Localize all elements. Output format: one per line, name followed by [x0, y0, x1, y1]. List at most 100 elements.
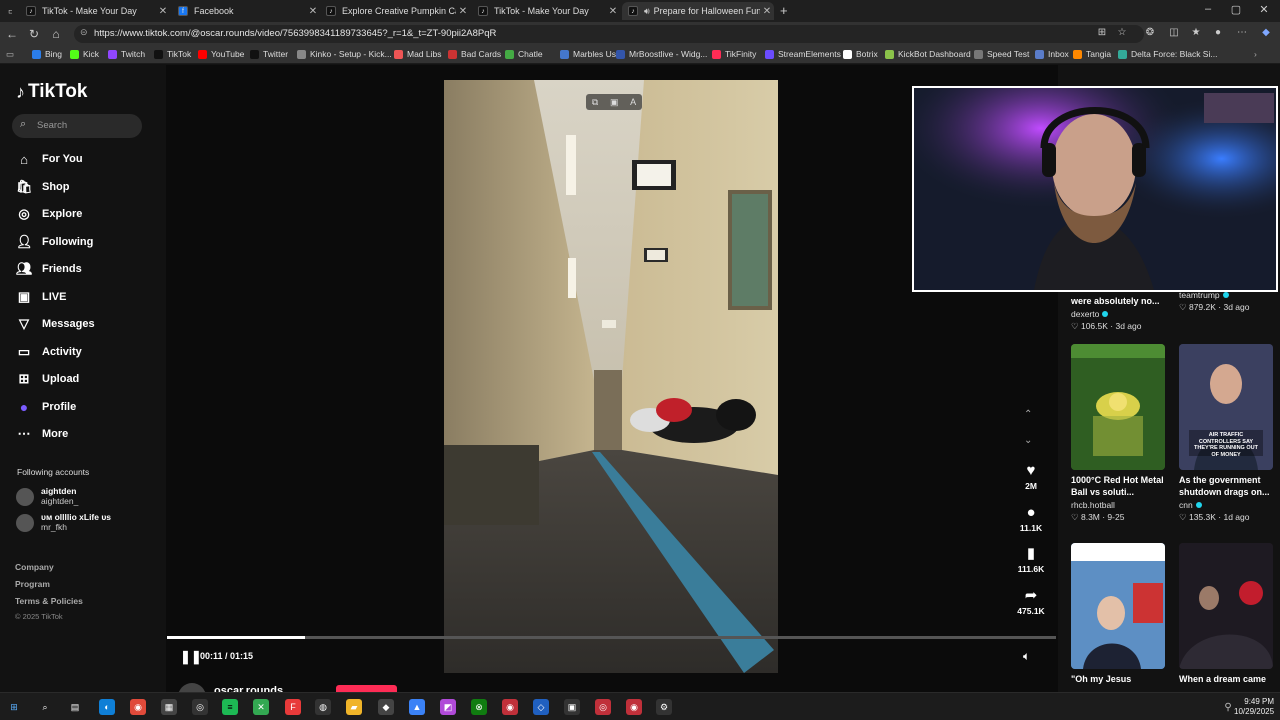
nav-item-for-you[interactable]: ⌂ For You — [16, 149, 82, 169]
reload-icon[interactable]: ↻ — [26, 27, 42, 41]
bookmark-item[interactable]: Delta Force: Black Si... — [1118, 49, 1217, 59]
bookmark-item[interactable]: Mad Libs — [394, 49, 442, 59]
browser-tab[interactable]: ♪ Explore Creative Pumpkin Carving✕ — [320, 2, 470, 20]
browser-menu-icon[interactable]: ⋯ — [1234, 27, 1250, 38]
following-account[interactable]: aightden aightden_ — [16, 486, 78, 506]
bookmark-item[interactable]: Bing — [32, 49, 62, 59]
app-icon[interactable]: ◆ — [378, 699, 394, 715]
next-video-icon[interactable]: ⌄ — [1024, 435, 1032, 446]
browser-tab[interactable]: ♪ TikTok - Make Your Day ✕ — [20, 2, 170, 20]
close-window-icon[interactable]: ✕ — [1256, 3, 1272, 16]
file-explorer-icon[interactable]: ▰ — [346, 699, 362, 715]
url-field[interactable]: ⊝ https://www.tiktok.com/@oscar.rounds/v… — [74, 25, 1144, 43]
footer-link[interactable]: Program — [15, 579, 50, 589]
spotify-icon[interactable]: ≡ — [222, 699, 238, 715]
bookmark-item[interactable]: TikTok — [154, 49, 191, 59]
tab-close-icon[interactable]: ✕ — [156, 6, 170, 17]
bookmark-item[interactable]: TikFinity — [712, 49, 756, 59]
tab-close-icon[interactable]: ✕ — [456, 6, 470, 17]
bookmark-item[interactable]: Speed Test — [974, 49, 1029, 59]
search-icon[interactable]: ⌕ — [37, 699, 53, 715]
bookmark-item[interactable]: KickBot Dashboard — [885, 49, 971, 59]
pause-icon[interactable]: ❚❚ — [180, 649, 202, 665]
tab-menu-icon[interactable]: ▭ — [2, 2, 12, 20]
xbox-icon[interactable]: ⊗ — [471, 699, 487, 715]
tab-close-icon[interactable]: ✕ — [606, 6, 620, 17]
chrome-icon[interactable]: ◉ — [130, 699, 146, 715]
extension-icon[interactable]: ❂ — [1142, 27, 1158, 38]
system-clock[interactable]: 9:49 PM 10/29/2025 — [1234, 697, 1274, 717]
browser-tab[interactable]: ♪ TikTok - Make Your Day ✕ — [472, 2, 620, 20]
app-icon[interactable]: ◉ — [626, 699, 642, 715]
card-user[interactable]: cnn — [1179, 500, 1273, 510]
browser-tab[interactable]: f Facebook ✕ — [172, 2, 320, 20]
nav-item-upload[interactable]: ⊞ Upload — [16, 369, 80, 389]
card-user[interactable]: dexerto — [1071, 309, 1165, 319]
tab-close-icon[interactable]: ✕ — [306, 6, 320, 17]
app-icon[interactable]: ⊞ — [1094, 27, 1110, 38]
bookmarks-overflow-icon[interactable]: › — [1254, 49, 1257, 59]
bookmark-item[interactable]: Inbox — [1035, 49, 1069, 59]
nav-item-live[interactable]: ▣ LIVE — [16, 287, 67, 307]
site-info-icon[interactable]: ⊝ — [80, 27, 88, 38]
feed-card[interactable]: 1000°C Red Hot Metal Ball vs soluti... rh… — [1071, 344, 1165, 523]
follow-button[interactable] — [336, 685, 397, 692]
back-icon[interactable]: ← — [4, 27, 20, 41]
bookmark-item[interactable]: MrBoostlive - Widg... — [616, 49, 707, 59]
bookmark-action[interactable]: ▮ 111.6K — [1014, 545, 1048, 574]
progress-bar[interactable] — [167, 636, 1056, 639]
feed-card[interactable]: AIR TRAFFIC CONTROLLERS SAY THEY'RE RUNN… — [1179, 344, 1273, 523]
bookmark-item[interactable]: Botrix — [843, 49, 878, 59]
share-action[interactable]: ➦ 475.1K — [1014, 587, 1048, 616]
copilot-icon[interactable]: ◆ — [1258, 27, 1274, 38]
favorites-icon[interactable]: ★ — [1188, 27, 1204, 38]
nav-item-friends[interactable]: 👥︎ Friends — [16, 259, 82, 279]
bookmark-item[interactable]: Chatle — [505, 49, 543, 59]
search-input[interactable]: ⌕ Search — [12, 114, 142, 138]
tiktok-logo[interactable]: ♪ TikTok — [16, 81, 87, 103]
obs-icon[interactable]: ◍ — [315, 699, 331, 715]
app-icon[interactable]: ▲ — [409, 699, 425, 715]
nav-item-activity[interactable]: ▭ Activity — [16, 342, 82, 362]
maximize-icon[interactable]: ▢ — [1228, 3, 1244, 16]
nav-item-explore[interactable]: ◎ Explore — [16, 204, 82, 224]
profile-avatar-icon[interactable]: ● — [1210, 27, 1226, 38]
task-view-icon[interactable]: ▤ — [67, 699, 83, 715]
app-icon[interactable]: ◎ — [192, 699, 208, 715]
bookmark-item[interactable]: Kick — [70, 49, 99, 59]
bookmark-item[interactable]: Kinko - Setup - Kick... — [297, 49, 392, 59]
bookmark-item[interactable]: Bad Cards — [448, 49, 501, 59]
feed-card[interactable]: "Oh my Jesus — [1071, 543, 1165, 685]
vpn-icon[interactable]: ◇ — [533, 699, 549, 715]
settings-icon[interactable]: ⚙ — [656, 699, 672, 715]
app-icon[interactable]: ◉ — [502, 699, 518, 715]
translate-icon[interactable]: A — [630, 97, 636, 107]
tab-close-icon[interactable]: ✕ — [760, 6, 774, 17]
following-account[interactable]: ᴜᴍ ollllio xLife ᴜs mr_fkh — [16, 512, 111, 532]
previous-video-icon[interactable]: ⌃ — [1024, 409, 1032, 420]
capture-icon[interactable]: ▣ — [610, 97, 619, 108]
minimize-icon[interactable]: – — [1200, 3, 1216, 15]
bookmark-item[interactable]: YouTube — [198, 49, 244, 59]
app-icon[interactable]: ◎ — [595, 699, 611, 715]
card-user[interactable]: rhcb.hotball — [1071, 500, 1165, 510]
video-frame[interactable] — [444, 80, 778, 673]
heart-action[interactable]: ♥ 2M — [1014, 462, 1048, 491]
feed-card[interactable]: were absolutely no... dexerto ♡ 106.5K · 3… — [1071, 291, 1165, 332]
comment-action[interactable]: ● 11.1K — [1014, 504, 1048, 533]
browser-tab[interactable]: ♪ 🔊︎ Prepare for Halloween Fun w ✕ — [622, 2, 774, 20]
feed-card[interactable]: When a dream came — [1179, 543, 1273, 685]
audio-playing-icon[interactable]: 🔊︎ — [644, 6, 650, 17]
new-tab-button[interactable]: + — [780, 3, 788, 18]
volume-icon[interactable]: 🔈︎ — [1023, 649, 1030, 664]
bookmark-item[interactable]: StreamElements — [765, 49, 841, 59]
photos-icon[interactable]: ◩ — [440, 699, 456, 715]
terminal-icon[interactable]: ▣ — [564, 699, 580, 715]
tikfinity-icon[interactable]: F — [285, 699, 301, 715]
bookmark-item[interactable]: Twitter — [250, 49, 288, 59]
bookmarks-folder-icon[interactable]: ▭ — [6, 49, 14, 60]
bookmark-item[interactable]: Twitch — [108, 49, 145, 59]
nav-item-shop[interactable]: 🛍︎ Shop — [16, 177, 70, 197]
footer-link[interactable]: Company — [15, 562, 54, 572]
xbox-app-icon[interactable]: ✕ — [253, 699, 269, 715]
